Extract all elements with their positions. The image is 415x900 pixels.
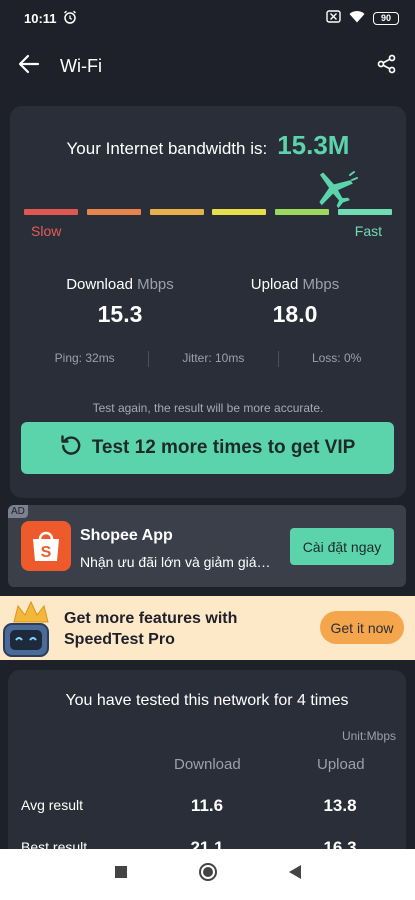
avg-download-value: 11.6 — [190, 796, 224, 815]
recents-icon[interactable] — [114, 865, 128, 884]
test-for-vip-label: Test 12 more times to get VIP — [91, 437, 356, 458]
upload-label: Upload — [250, 276, 299, 293]
column-header-upload: Upload — [317, 756, 365, 773]
upload-value: 18.0 — [272, 301, 318, 327]
status-bar: 10:11 90 — [0, 0, 415, 36]
test-for-vip-button[interactable]: Test 12 more times to get VIP — [21, 422, 394, 474]
bandwidth-label: Your Internet bandwidth is: — [66, 139, 268, 158]
slow-label: Slow — [31, 223, 62, 239]
install-button[interactable]: Cài đặt ngay — [290, 528, 394, 565]
history-unit: Unit:Mbps — [341, 729, 396, 743]
download-value: 15.3 — [97, 301, 143, 327]
promo-line-1: Get more features with — [64, 610, 238, 627]
divider — [277, 351, 279, 367]
pro-promo-banner[interactable]: Get more features with SpeedTest Pro Get… — [0, 596, 415, 660]
stats-row: Ping: 32ms Jitter: 10ms Loss: 0% — [10, 351, 406, 367]
home-icon[interactable] — [198, 862, 218, 887]
avg-upload-value: 13.8 — [323, 796, 357, 815]
scale-segment — [212, 209, 267, 215]
no-sim-icon — [326, 10, 341, 26]
history-card: You have tested this network for 4 times… — [8, 670, 406, 870]
retry-icon — [60, 434, 82, 462]
download-label: Download — [66, 276, 133, 293]
battery-indicator: 90 — [373, 11, 399, 25]
status-time: 10:11 — [24, 10, 57, 26]
ad-banner[interactable]: AD S Shopee App Nhận ưu đãi lớn và giảm … — [8, 505, 406, 587]
system-nav-bar — [0, 849, 415, 900]
crown-robot-icon — [0, 598, 62, 665]
retest-hint: Test again, the result will be more accu… — [92, 401, 324, 415]
history-title: You have tested this network for 4 times — [65, 692, 349, 709]
back-arrow-icon[interactable] — [18, 53, 40, 80]
jitter-stat: Jitter: 10ms — [182, 351, 245, 365]
share-icon[interactable] — [377, 54, 397, 79]
scale-segment — [149, 209, 204, 215]
bandwidth-row: Your Internet bandwidth is: 15.3M — [10, 130, 406, 161]
divider — [148, 351, 149, 367]
app-bar: Wi-Fi — [0, 36, 415, 96]
ad-app-name: Shopee App — [80, 527, 173, 544]
column-header-download: Download — [174, 756, 241, 773]
scale-segment — [86, 209, 141, 215]
promo-line-2: SpeedTest Pro — [64, 631, 175, 648]
download-metric: Download Mbps 15.3 — [45, 276, 195, 328]
ad-description: Nhận ưu đãi lớn và giảm giá… — [80, 554, 271, 570]
upload-metric: Upload Mbps 18.0 — [220, 276, 370, 328]
svg-text:S: S — [41, 544, 52, 561]
scale-segment — [24, 209, 78, 215]
upload-unit: Mbps — [302, 276, 340, 293]
promo-text: Get more features with SpeedTest Pro — [64, 608, 237, 650]
result-card: Your Internet bandwidth is: 15.3M Slow F… — [10, 106, 406, 498]
alarm-icon — [63, 10, 77, 27]
speed-scale — [24, 209, 392, 215]
ad-tag: AD — [8, 505, 28, 518]
fast-label: Fast — [354, 223, 382, 239]
back-triangle-icon[interactable] — [288, 864, 302, 885]
wifi-icon — [349, 10, 365, 26]
download-unit: Mbps — [137, 276, 174, 293]
scale-segment — [275, 209, 330, 215]
shopee-logo: S — [21, 521, 71, 571]
get-it-now-button[interactable]: Get it now — [320, 611, 404, 644]
ping-stat: Ping: 32ms — [54, 351, 115, 365]
row-label-avg: Avg result — [21, 797, 83, 813]
page-title: Wi-Fi — [60, 55, 102, 76]
bandwidth-value: 15.3M — [277, 130, 350, 160]
scale-segment — [338, 209, 392, 215]
loss-stat: Loss: 0% — [311, 351, 362, 365]
